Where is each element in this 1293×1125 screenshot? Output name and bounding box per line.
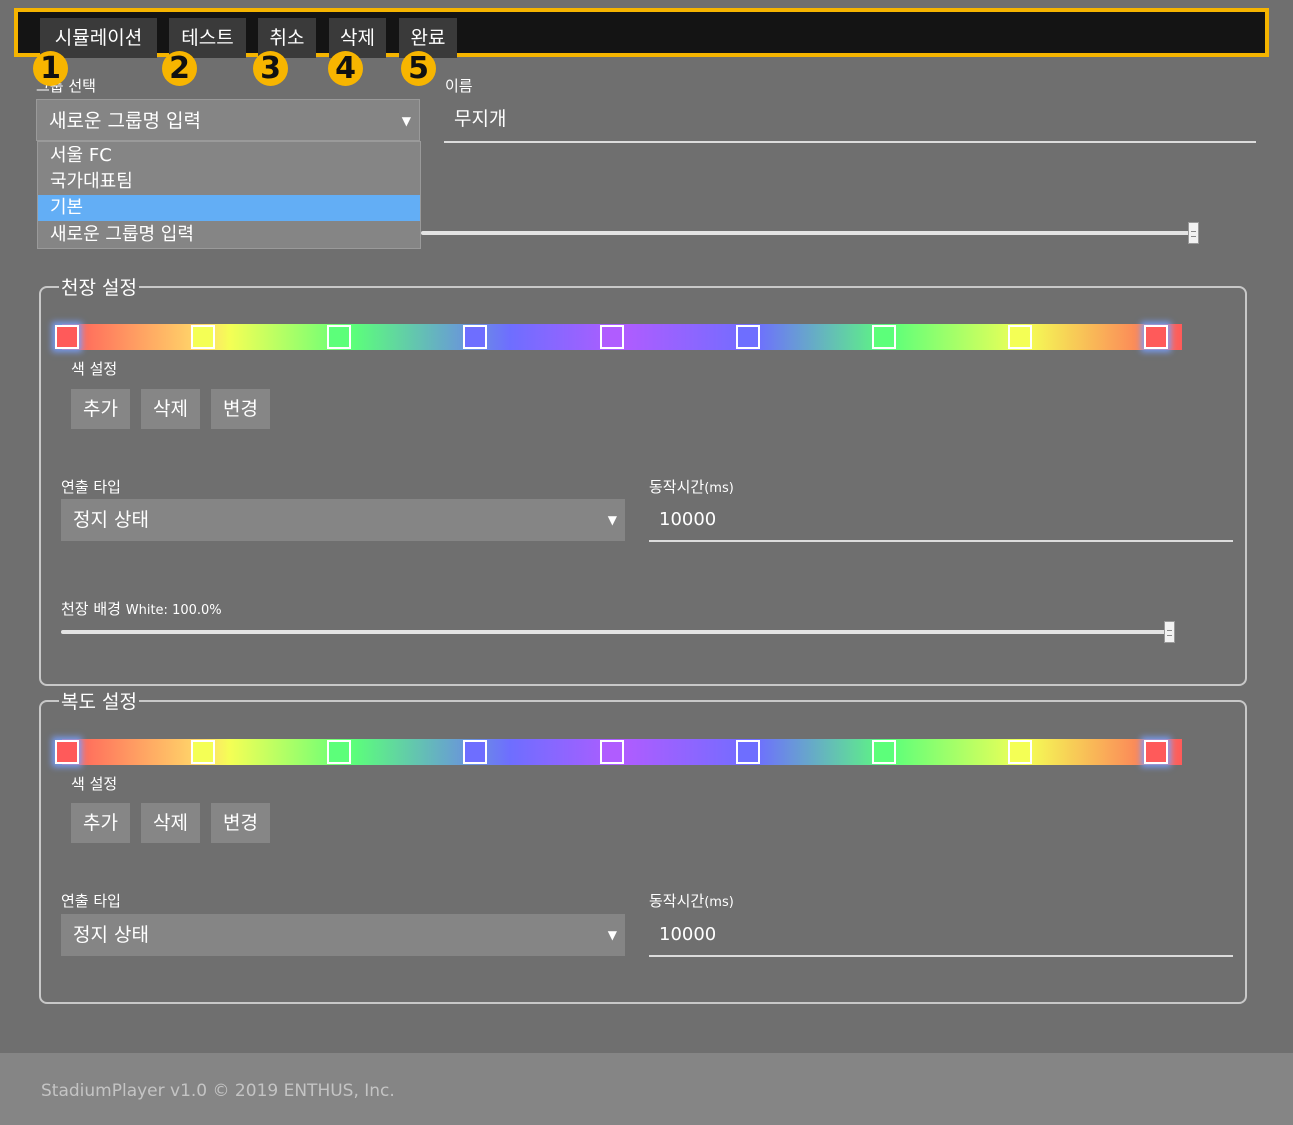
hallway-color-stop[interactable] <box>463 740 488 764</box>
top-slider-thumb[interactable] <box>1188 222 1199 244</box>
ceiling-color-stop[interactable] <box>463 325 488 349</box>
ceiling-effect-type-select[interactable]: 정지 상태 ▼ <box>61 499 625 541</box>
ceiling-color-stop[interactable] <box>1144 325 1168 349</box>
ceiling-duration-value: 10000 <box>659 509 717 530</box>
name-label: 이름 <box>445 77 473 95</box>
badge-1: 1 <box>33 51 68 86</box>
ceiling-color-stop[interactable] <box>1007 325 1032 349</box>
top-slider-track[interactable] <box>421 231 1197 235</box>
hallway-duration-label: 동작시간(ms) <box>649 890 734 911</box>
dropdown-option[interactable]: 국가대표팀 <box>38 169 420 195</box>
hallway-color-stop[interactable] <box>1007 740 1032 764</box>
hallway-color-stop[interactable] <box>1144 740 1168 764</box>
badge-5: 5 <box>401 51 436 86</box>
hallway-color-stop[interactable] <box>55 740 79 764</box>
ceiling-effect-type-label: 연출 타입 <box>61 478 121 496</box>
hallway-duration-value: 10000 <box>659 924 717 945</box>
ceiling-color-stop[interactable] <box>871 325 896 349</box>
footer: StadiumPlayer v1.0 © 2019 ENTHUS, Inc. <box>0 1053 1293 1125</box>
hallway-duration-label-main: 동작시간 <box>649 892 705 910</box>
dropdown-option[interactable]: 새로운 그룹명 입력 <box>38 222 420 248</box>
dropdown-arrow-icon: ▼ <box>607 513 617 527</box>
ceiling-color-stop[interactable] <box>735 325 760 349</box>
dropdown-arrow-icon: ▼ <box>401 114 411 128</box>
ceiling-color-stop[interactable] <box>191 325 216 349</box>
ceiling-color-stop[interactable] <box>327 325 352 349</box>
group-select-value: 새로운 그룹명 입력 <box>49 110 201 132</box>
hallway-effect-type-select[interactable]: 정지 상태 ▼ <box>61 914 625 956</box>
ceiling-add-button[interactable]: 추가 <box>71 389 130 429</box>
ceiling-color-stop[interactable] <box>599 325 624 349</box>
name-input-value: 무지개 <box>454 108 507 130</box>
hallway-duration-input[interactable]: 10000 <box>649 914 1233 957</box>
ceiling-background-value: White: 100.0% <box>125 603 222 618</box>
ceiling-background-label: 천장 배경 White: 100.0% <box>61 598 222 619</box>
hallway-color-stop[interactable] <box>599 740 624 764</box>
ceiling-background-label-main: 천장 배경 <box>61 600 121 618</box>
group-select[interactable]: 새로운 그룹명 입력 ▼ <box>36 99 420 141</box>
footer-text: StadiumPlayer v1.0 © 2019 ENTHUS, Inc. <box>41 1081 395 1101</box>
badge-4: 4 <box>328 51 363 86</box>
ceiling-color-label: 색 설정 <box>71 360 118 378</box>
ceiling-duration-label: 동작시간(ms) <box>649 476 734 497</box>
ceiling-change-button[interactable]: 변경 <box>211 389 270 429</box>
dropdown-arrow-icon: ▼ <box>607 928 617 942</box>
ceiling-settings-title: 천장 설정 <box>61 277 137 299</box>
ceiling-duration-label-unit: (ms) <box>704 481 734 496</box>
dropdown-option-highlighted[interactable]: 기본 <box>38 195 420 221</box>
hallway-color-stop[interactable] <box>735 740 760 764</box>
hallway-effect-type-label: 연출 타입 <box>61 892 121 910</box>
ceiling-duration-label-main: 동작시간 <box>649 478 705 496</box>
ceiling-color-bar[interactable] <box>39 324 1247 354</box>
hallway-duration-label-unit: (ms) <box>704 895 734 910</box>
hallway-settings-title: 복도 설정 <box>61 691 137 713</box>
hallway-color-label: 색 설정 <box>71 775 118 793</box>
badge-3: 3 <box>253 51 288 86</box>
hallway-color-stop[interactable] <box>191 740 216 764</box>
ceiling-effect-type-value: 정지 상태 <box>73 509 149 531</box>
top-toolbar: 시뮬레이션 테스트 취소 삭제 완료 <box>14 8 1269 58</box>
dropdown-option[interactable]: 서울 FC <box>38 143 420 169</box>
badge-2: 2 <box>162 51 197 86</box>
ceiling-duration-input[interactable]: 10000 <box>649 499 1233 542</box>
hallway-add-button[interactable]: 추가 <box>71 803 130 843</box>
ceiling-color-stop[interactable] <box>55 325 79 349</box>
hallway-delete-button[interactable]: 삭제 <box>141 803 200 843</box>
ceiling-delete-button[interactable]: 삭제 <box>141 389 200 429</box>
ceiling-background-slider-track[interactable] <box>61 630 1173 634</box>
group-dropdown-list: 서울 FC 국가대표팀 기본 새로운 그룹명 입력 <box>37 141 421 249</box>
hallway-color-stop[interactable] <box>871 740 896 764</box>
hallway-color-stop[interactable] <box>327 740 352 764</box>
name-input[interactable]: 무지개 <box>444 99 1256 143</box>
hallway-change-button[interactable]: 변경 <box>211 803 270 843</box>
hallway-color-bar[interactable] <box>39 739 1247 769</box>
ceiling-background-slider-thumb[interactable] <box>1164 621 1175 643</box>
hallway-effect-type-value: 정지 상태 <box>73 924 149 946</box>
